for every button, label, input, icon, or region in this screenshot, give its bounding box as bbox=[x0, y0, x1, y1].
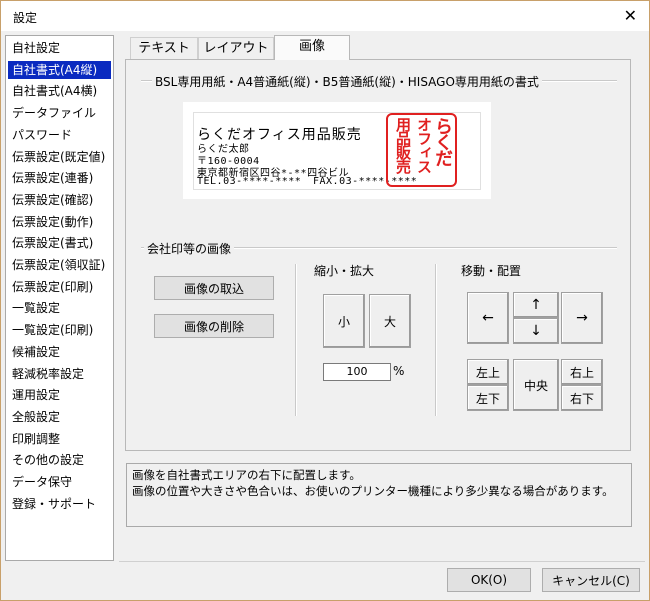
sidebar-item[interactable]: 自社書式(A4縦) bbox=[8, 60, 111, 79]
scale-separator bbox=[295, 264, 297, 416]
sidebar-item[interactable]: 一覧設定 bbox=[8, 299, 111, 317]
footer-divider bbox=[119, 561, 645, 562]
sidebar-item[interactable]: 自社設定 bbox=[8, 39, 111, 57]
sidebar-item[interactable]: 伝票設定(書式) bbox=[8, 234, 111, 252]
position-separator bbox=[435, 264, 437, 416]
move-right-button[interactable]: → bbox=[561, 292, 603, 344]
settings-window: 設定 ✕ 自社設定自社書式(A4縦) 自社書式(A4横) データファイル パスワード伝… bbox=[0, 0, 650, 601]
sidebar-item[interactable]: 伝票設定(領収証) bbox=[8, 256, 111, 274]
sidebar-item[interactable]: 印刷調整 bbox=[8, 430, 111, 448]
sidebar-item[interactable]: 一覧設定(印刷) bbox=[8, 321, 111, 339]
position-label: 移動・配置 bbox=[458, 262, 525, 279]
settings-sidebar: 自社設定自社書式(A4縦) 自社書式(A4横) データファイル パスワード伝票設定(既… bbox=[5, 35, 114, 561]
sidebar-item[interactable]: 登録・サポート bbox=[8, 495, 111, 513]
sidebar-item[interactable]: データ保守 bbox=[8, 473, 111, 491]
sidebar-item[interactable]: 伝票設定(既定値) bbox=[8, 148, 111, 166]
sidebar-item[interactable]: 自社書式(A4横) bbox=[8, 82, 111, 100]
shrink-button[interactable]: 小 bbox=[323, 294, 365, 348]
sidebar-item[interactable]: 全般設定 bbox=[8, 408, 111, 426]
cancel-button[interactable]: キャンセル(C) bbox=[542, 568, 640, 592]
tab-image[interactable]: 画像 bbox=[274, 35, 350, 60]
tab-text[interactable]: テキスト bbox=[130, 37, 198, 59]
move-down-button[interactable]: ↓ bbox=[513, 318, 559, 344]
format-group-label: BSL専用用紙・A4普通紙(縦)・B5普通紙(縦)・HISAGO専用用紙の書式 bbox=[152, 73, 542, 90]
stamp-col-2: オフィス bbox=[415, 117, 433, 173]
sidebar-item[interactable]: データファイル bbox=[8, 104, 111, 122]
ok-button[interactable]: OK(O) bbox=[447, 568, 531, 592]
image-group-label: 会社印等の画像 bbox=[144, 240, 235, 257]
title-bar: 設定 ✕ bbox=[1, 1, 649, 31]
move-up-button[interactable]: ↑ bbox=[513, 292, 559, 318]
tab-layout[interactable]: レイアウト bbox=[198, 37, 274, 59]
stamp-col-1: らくだ bbox=[432, 117, 453, 165]
company-stamp-image: らくだ オフィス 用品販売 bbox=[386, 113, 457, 187]
preview-phone: TEL.03-****-**** bbox=[197, 176, 302, 187]
enlarge-button[interactable]: 大 bbox=[369, 294, 411, 348]
close-icon[interactable]: ✕ bbox=[624, 6, 637, 25]
center-button[interactable]: 中央 bbox=[513, 359, 559, 411]
sidebar-item[interactable]: 伝票設定(動作) bbox=[8, 213, 111, 231]
sidebar-item[interactable]: 候補設定 bbox=[8, 343, 111, 361]
scale-label: 縮小・拡大 bbox=[311, 262, 378, 279]
stamp-col-3: 用品販売 bbox=[394, 117, 412, 173]
info-line-2: 画像の位置や大きさや色合いは、お使いのプリンター機種により多少異なる場合がありま… bbox=[132, 484, 614, 498]
sidebar-item[interactable]: パスワード bbox=[8, 126, 111, 144]
top-right-button[interactable]: 右上 bbox=[561, 359, 603, 385]
sidebar-item[interactable]: 軽減税率設定 bbox=[8, 365, 111, 383]
sidebar-item[interactable]: 伝票設定(確認) bbox=[8, 191, 111, 209]
percent-unit: % bbox=[393, 364, 405, 378]
move-left-button[interactable]: ← bbox=[467, 292, 509, 344]
top-left-button[interactable]: 左上 bbox=[467, 359, 509, 385]
sidebar-item[interactable]: 伝票設定(印刷) bbox=[8, 278, 111, 296]
bottom-right-button[interactable]: 右下 bbox=[561, 385, 603, 411]
info-message-box: 画像を自社書式エリアの右下に配置します。 画像の位置や大きさや色合いは、お使いの… bbox=[126, 463, 632, 527]
info-line-1: 画像を自社書式エリアの右下に配置します。 bbox=[132, 468, 361, 482]
window-title: 設定 bbox=[13, 11, 38, 25]
import-image-button[interactable]: 画像の取込 bbox=[154, 276, 274, 300]
sidebar-item[interactable]: 伝票設定(連番) bbox=[8, 169, 111, 187]
sidebar-item[interactable]: 運用設定 bbox=[8, 386, 111, 404]
bottom-left-button[interactable]: 左下 bbox=[467, 385, 509, 411]
scale-percent-input[interactable]: 100 bbox=[323, 363, 391, 381]
delete-image-button[interactable]: 画像の削除 bbox=[154, 314, 274, 338]
sidebar-item[interactable]: その他の設定 bbox=[8, 451, 111, 469]
